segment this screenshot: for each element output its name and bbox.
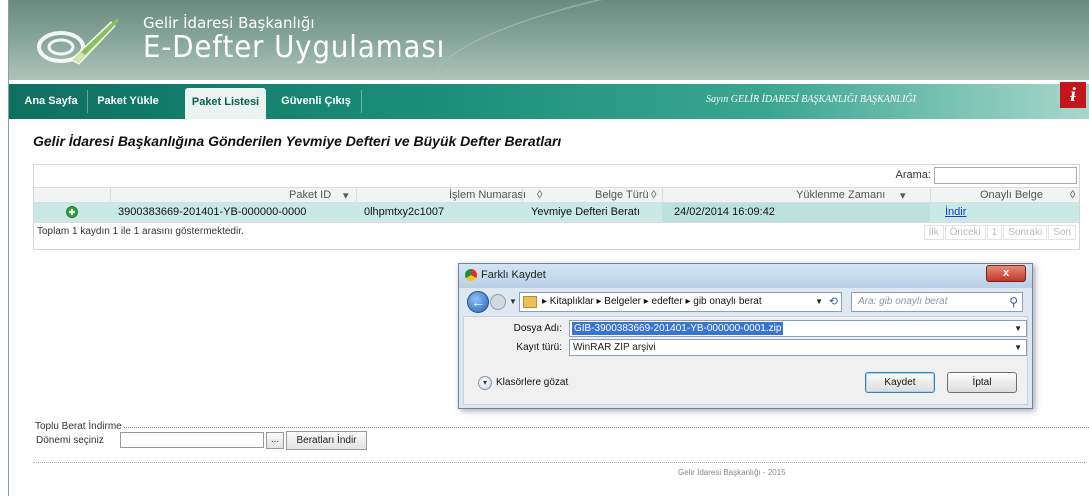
pager-page[interactable]: 1 [986,225,1003,240]
cancel-button[interactable]: İptal [947,372,1017,393]
page-title: Gelir İdaresi Başkanlığına Gönderilen Ye… [33,133,562,149]
back-arrow-icon[interactable]: ← [467,291,489,313]
search-input[interactable] [934,167,1077,184]
tab-paket-yukle[interactable]: Paket Yükle [89,84,167,119]
address-bar: ← ▼ ▸ Kitaplıklar ▸ Belgeler ▸ edefter ▸… [463,291,1028,315]
column-paket-id[interactable]: Paket ID [289,189,331,201]
period-label: Dönemi seçiniz [36,435,104,446]
cell-islem-numarasi: 0lhpmtxy2c1007 [364,206,445,218]
gib-logo-icon [37,18,119,65]
sort-icon: ◊ [537,189,543,201]
close-button[interactable]: x [986,265,1026,282]
user-greeting: Sayın GELİR İDARESİ BAŞKANLIĞI BAŞKANLIĞ… [706,94,916,105]
sort-desc-icon: ▾ [900,190,906,202]
path-box[interactable]: ▸ Kitaplıklar ▸ Belgeler ▸ edefter ▸ gib… [519,292,842,312]
cell-paket-id: 3900383669-201401-YB-000000-0000 [118,206,307,218]
footer-copyright: Gelir İdaresi Başkanlığı - 2015 [678,468,786,477]
cell-yuklenme-zamani: 24/02/2014 16:09:42 [674,206,775,218]
period-input[interactable] [120,432,264,448]
column-separator [662,188,663,202]
main-nav: Ana Sayfa Paket Yükle Paket Listesi Güve… [9,84,1089,119]
nav-separator [361,90,362,113]
chevron-down-icon[interactable]: ▼ [815,297,823,306]
sort-desc-icon: ▾ [343,190,349,202]
table-footer: Toplam 1 kaydın 1 ile 1 arasını gösterme… [34,222,1079,240]
nav-separator [87,90,88,113]
app-header: Gelir İdaresi Başkanlığı E-Defter Uygula… [9,0,1089,80]
breadcrumb[interactable]: ▸ Kitaplıklar ▸ Belgeler ▸ edefter ▸ gib… [542,296,762,307]
download-berats-button[interactable]: Beratları İndir [286,431,367,450]
chevron-down-icon[interactable]: ▼ [1014,324,1022,333]
sort-icon: ◊ [1070,189,1076,201]
save-button[interactable]: Kaydet [865,372,935,393]
dialog-titlebar[interactable]: Farklı Kaydet x [459,264,1032,288]
pager-last[interactable]: Son [1048,225,1076,240]
search-placeholder: Ara: gib onaylı berat [858,296,948,307]
save-as-dialog: Farklı Kaydet x ← ▼ ▸ Kitaplıklar ▸ Belg… [458,263,1033,409]
dialog-title: Farklı Kaydet [481,269,546,281]
tab-paket-listesi[interactable]: Paket Listesi [185,88,266,119]
download-link[interactable]: İndir [945,206,966,218]
column-separator [930,188,931,202]
footer-divider [33,462,1085,463]
file-type-select[interactable]: WinRAR ZIP arşivi ▼ [569,339,1027,356]
pager-first[interactable]: İlk [923,225,944,240]
browse-folders-label[interactable]: Klasörlere gözat [496,377,568,388]
column-separator [522,188,523,202]
folder-icon [523,296,537,308]
sort-icon: ◊ [651,189,657,201]
file-name-value: GIB-3900383669-201401-YB-000000-0001.zip [572,322,784,335]
column-separator [110,188,111,202]
table-toolbar: Arama: [34,165,1079,187]
pager-prev[interactable]: Önceki [944,225,986,240]
section-legend: Toplu Berat İndirme [33,421,124,432]
column-islem-numarasi[interactable]: İşlem Numarası [449,189,526,201]
period-picker-button[interactable]: ... [266,432,284,449]
tab-guvenli-cikis[interactable]: Güvenli Çıkış [271,84,361,119]
table-header: Paket ID ▾ İşlem Numarası ◊ Belge Türü ◊… [34,187,1079,203]
berat-table: Arama: Paket ID ▾ İşlem Numarası ◊ Belge… [33,164,1080,250]
bulk-download-section: Toplu Berat İndirme Dönemi seçiniz ... B… [33,421,1089,454]
expand-plus-icon[interactable] [66,206,78,218]
file-name-field[interactable]: GIB-3900383669-201401-YB-000000-0001.zip… [569,320,1027,337]
file-type-label: Kayıt türü: [516,342,562,353]
expand-chevron-icon[interactable]: ▾ [478,376,492,390]
refresh-icon[interactable]: ⟲ [829,295,838,308]
column-separator [356,188,357,202]
table-info: Toplam 1 kaydın 1 ile 1 arasını gösterme… [37,226,244,237]
history-dropdown-icon[interactable]: ▼ [509,297,517,306]
pagination: İlk Önceki 1 Sonraki Son [923,225,1076,240]
file-name-label: Dosya Adı: [513,323,562,334]
column-yuklenme-zamani[interactable]: Yüklenme Zamanı [796,189,885,201]
search-label: Arama: [895,169,931,181]
exit-icon[interactable]: ɨ [1060,82,1086,108]
cell-belge-turu: Yevmiye Defteri Beratı [531,206,641,218]
search-icon[interactable]: ⚲ [1009,295,1018,309]
app-name: E-Defter Uygulaması [143,30,446,65]
folder-search-box[interactable]: Ara: gib onaylı berat ⚲ [851,292,1023,312]
tab-ana-sayfa[interactable]: Ana Sayfa [15,84,87,119]
forward-arrow-icon[interactable] [490,294,506,310]
table-row[interactable]: 3900383669-201401-YB-000000-0000 0lhpmtx… [34,203,1079,222]
pager-next[interactable]: Sonraki [1003,225,1048,240]
column-belge-turu[interactable]: Belge Türü [595,189,649,201]
dialog-body: Dosya Adı: GIB-3900383669-201401-YB-0000… [463,316,1028,405]
file-type-value: WinRAR ZIP arşivi [573,342,656,353]
column-onayli-belge[interactable]: Onaylı Belge [980,189,1043,201]
chrome-icon [465,269,477,281]
header-swoosh [422,0,1089,80]
chevron-down-icon[interactable]: ▼ [1014,343,1022,352]
